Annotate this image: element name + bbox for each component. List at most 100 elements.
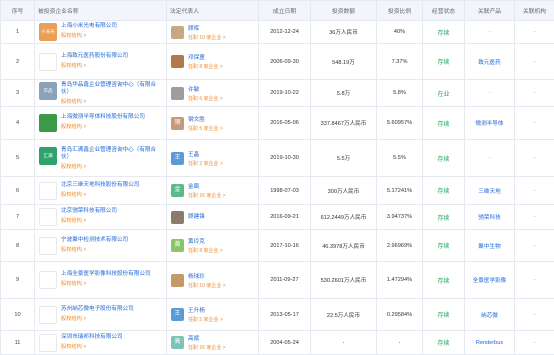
equity-structure-link[interactable]: 股权结构 >: [61, 32, 117, 39]
legal-rep-link[interactable]: 钢文胜: [188, 115, 223, 123]
investment-amount: 22.5万人民币: [310, 298, 377, 331]
status-badge: 在业: [422, 79, 465, 107]
table-row: 4 上海微测半导体科技股份有限公司 股权结构 > 钢 钢文胜 任职 5 家企业 …: [0, 106, 554, 140]
status-badge: 存续: [422, 298, 465, 331]
legal-rep-link[interactable]: 高斌: [188, 334, 226, 342]
company-name-link[interactable]: 上海微测半导体科技股份有限公司: [61, 114, 145, 121]
legal-rep-link[interactable]: 杨球珍: [188, 272, 226, 280]
legal-rep-link[interactable]: 邓保童: [188, 53, 223, 61]
header-est-date: 成立日期: [258, 0, 311, 21]
equity-structure-link[interactable]: 股权结构 >: [61, 343, 123, 350]
header-org: 关联机构: [514, 0, 554, 21]
table-body: 1 小米光电 上海小米光电有限公司 股权结构 > 顾晖 任职 10 家企业 > …: [0, 20, 554, 355]
status-badge: 存续: [422, 20, 465, 44]
investment-amount: 337.8467万人民币: [310, 106, 377, 140]
company-name-link[interactable]: 上海致元医药股份有限公司: [61, 53, 128, 60]
avatar: 王: [171, 151, 184, 165]
investment-amount: 530.2601万人民币: [310, 261, 377, 299]
related-product[interactable]: 三维天地: [464, 176, 515, 205]
company-logo-icon: [39, 181, 57, 200]
avatar: [171, 25, 184, 39]
status-badge: 存续: [422, 106, 465, 140]
related-product[interactable]: 微测半导体: [464, 106, 515, 140]
avatar: 黄: [171, 239, 184, 252]
equity-structure-link[interactable]: 股权结构 >: [61, 98, 162, 105]
rep-positions-link[interactable]: 任职 2 家企业 >: [188, 160, 223, 167]
legal-rep-link[interactable]: 王晶: [188, 150, 223, 158]
company-cell: 苏州納芯微电子股份有限公司 股权结构 >: [34, 298, 167, 331]
table-row: 2 上海致元医药股份有限公司 股权结构 > 邓保童 任职 8 家企业 > 200…: [0, 43, 554, 80]
row-index: 1: [0, 20, 35, 44]
status-badge: 存续: [422, 204, 465, 230]
company-logo-icon: [39, 271, 57, 289]
investment-amount: 5.5万: [310, 139, 377, 177]
equity-structure-link[interactable]: 股权结构 >: [61, 246, 128, 253]
legal-rep-link[interactable]: 黄玲克: [188, 237, 223, 245]
related-org: -: [514, 298, 554, 331]
related-org: -: [514, 79, 554, 107]
equity-structure-link[interactable]: 股权结构 >: [61, 123, 145, 130]
avatar: [171, 86, 184, 100]
row-index: 9: [0, 261, 35, 299]
related-product[interactable]: 致元医药: [464, 43, 515, 80]
company-cell: 北京三继天地科技股份有限公司 股权结构 >: [34, 176, 167, 205]
legal-rep-link[interactable]: 金飙: [188, 182, 226, 190]
legal-rep-cell: 邓保童 任职 8 家企业 >: [166, 43, 259, 80]
company-name-link[interactable]: 上海全景医学影像科技股份有限公司: [61, 271, 151, 278]
header-ratio: 投资比例: [376, 0, 423, 21]
company-name-link[interactable]: 上海小米光电有限公司: [61, 23, 117, 30]
row-index: 3: [0, 79, 35, 107]
equity-structure-link[interactable]: 股权结构 >: [61, 217, 117, 224]
investment-ratio: 0.29584%: [376, 298, 423, 331]
related-org: -: [514, 20, 554, 44]
related-product[interactable]: 聚中生物: [464, 229, 515, 262]
company-name-link[interactable]: 北京驰荣科技有限公司: [61, 208, 117, 215]
legal-rep-cell: 黄 黄玲克 任职 8 家企业 >: [166, 229, 259, 262]
rep-positions-link[interactable]: 任职 16 家企业 >: [188, 344, 226, 351]
rep-positions-link[interactable]: 任职 10 家企业 >: [188, 34, 226, 41]
investment-amount: 46.3978万人民币: [310, 229, 377, 262]
related-product[interactable]: Renderbus: [464, 330, 515, 355]
related-product[interactable]: 驰荣科技: [464, 204, 515, 230]
rep-positions-link[interactable]: 任职 10 家企业 >: [188, 282, 226, 289]
investment-ratio: -: [376, 330, 423, 355]
company-logo-icon: 汇满: [39, 146, 57, 165]
equity-structure-link[interactable]: 股权结构 >: [61, 191, 139, 198]
status-badge: 存续: [422, 229, 465, 262]
company-logo-icon: [39, 52, 57, 71]
row-index: 5: [0, 139, 35, 177]
legal-rep-link[interactable]: 顾建锋: [188, 212, 205, 220]
company-name-link[interactable]: 深圳市瑞邦科技有限公司: [61, 334, 123, 341]
est-date: 1998-07-03: [258, 176, 311, 205]
investment-ratio: 5.8%: [376, 79, 423, 107]
company-name-link[interactable]: 青岛汇满鑫企业管理咨询中心（有限合伙）: [61, 147, 162, 161]
investment-amount: 548.19万: [310, 43, 377, 80]
investment-amount: 36万人民币: [310, 20, 377, 44]
rep-positions-link[interactable]: 任职 5 家企业 >: [188, 316, 223, 323]
related-org: -: [514, 176, 554, 205]
legal-rep-link[interactable]: 顾晖: [188, 24, 226, 32]
equity-structure-link[interactable]: 股权结构 >: [61, 62, 128, 69]
company-name-link[interactable]: 宁波聚中检测技术有限公司: [61, 237, 128, 244]
related-product[interactable]: 纳芯微: [464, 298, 515, 331]
equity-structure-link[interactable]: 股权结构 >: [61, 163, 162, 170]
equity-structure-link[interactable]: 股权结构 >: [61, 280, 151, 287]
related-product[interactable]: 全景医学影像: [464, 261, 515, 299]
legal-rep-link[interactable]: 许敏: [188, 85, 223, 93]
company-name-link[interactable]: 青岛华品鑫企业管理咨询中心（有限合伙）: [61, 82, 162, 96]
company-name-link[interactable]: 苏州納芯微电子股份有限公司: [61, 306, 134, 313]
legal-rep-link[interactable]: 王升杨: [188, 306, 223, 314]
company-name-link[interactable]: 北京三继天地科技股份有限公司: [61, 182, 139, 189]
rep-positions-link[interactable]: 任职 16 家企业 >: [188, 192, 226, 199]
est-date: 2013-05-17: [258, 298, 311, 331]
status-badge: 存续: [422, 139, 465, 177]
rep-positions-link[interactable]: 任职 8 家企业 >: [188, 247, 223, 254]
rep-positions-link[interactable]: 任职 5 家企业 >: [188, 125, 223, 132]
est-date: 2004-05-24: [258, 330, 311, 355]
row-index: 10: [0, 298, 35, 331]
table-row: 8 宁波聚中检测技术有限公司 股权结构 > 黄 黄玲克 任职 8 家企业 > 2…: [0, 229, 554, 262]
investment-ratio: 7.37%: [376, 43, 423, 80]
equity-structure-link[interactable]: 股权结构 >: [61, 315, 134, 322]
rep-positions-link[interactable]: 任职 6 家企业 >: [188, 95, 223, 102]
rep-positions-link[interactable]: 任职 8 家企业 >: [188, 63, 223, 70]
